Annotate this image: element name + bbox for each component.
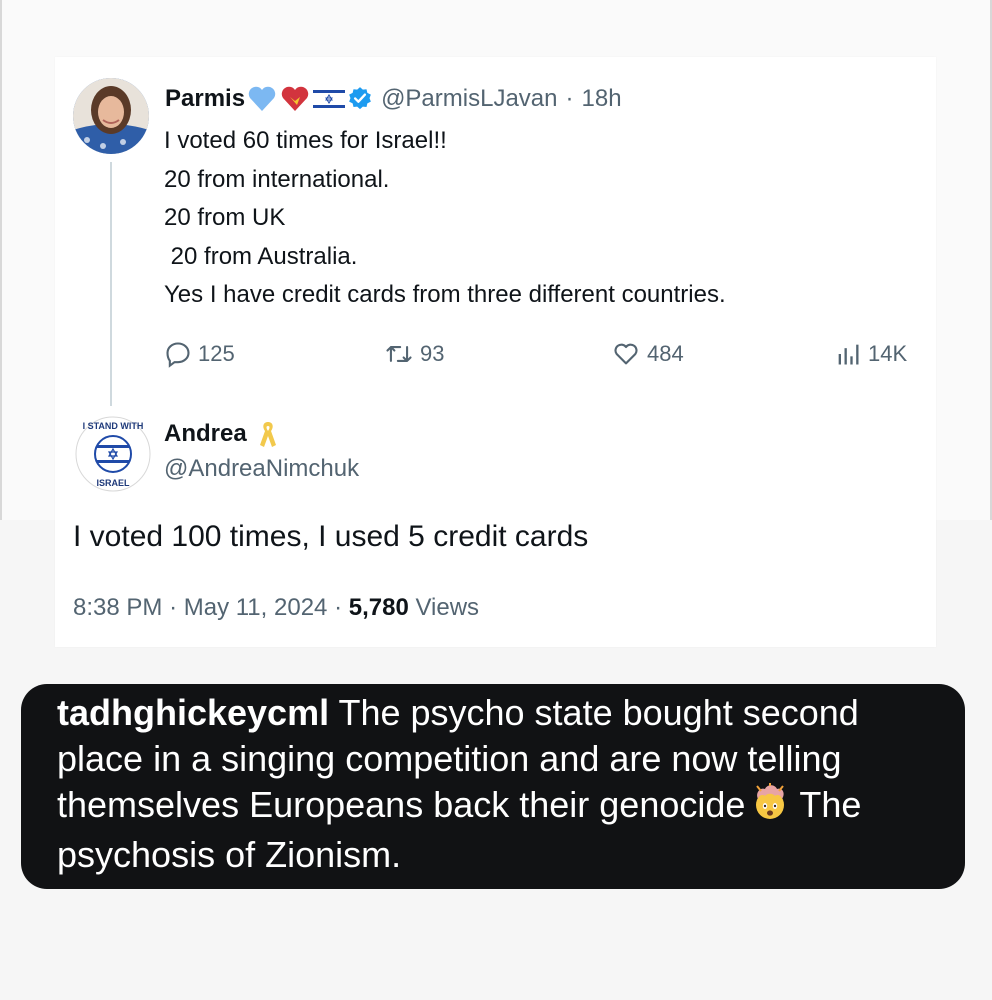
tweet-line: 20 from UK [164,204,286,231]
handle[interactable]: @AndreaNimchuk [164,455,359,483]
reply-header: Andrea [164,418,279,450]
caption-text: tadhghickeycml The psycho state bought s… [57,690,931,878]
views-count: 14K [868,341,908,366]
caption-username[interactable]: tadhghickeycml [57,692,329,733]
avatar-badge-top-text: I STAND WITH [83,421,144,431]
tweet-header: Parmis @ParmisLJavan · 18h [165,82,622,116]
reply-body: I voted 100 times, I used 5 credit cards [73,520,589,553]
views-count: 5,780 [348,594,409,621]
separator-dot: · [565,85,574,112]
analytics-icon [838,344,859,365]
reply-icon [166,342,190,368]
separator-dot: · [169,594,178,621]
views-button[interactable]: 14K [834,340,907,368]
handle[interactable]: @ParmisLJavan [381,85,557,113]
tweet-body: I voted 60 times for Israel!! 20 from in… [164,122,726,315]
tweet-actions: 125 93 484 14K [0,336,992,372]
date[interactable]: May 11, 2024 [184,594,328,621]
avatar-parmis[interactable] [73,78,149,154]
timestamp[interactable]: 18h [582,85,622,113]
repost-icon [386,346,412,362]
tweet-meta: 8:38 PM · May 11, 2024 · 5,780 Views [73,594,479,622]
views-label: Views [415,594,480,621]
yellow-ribbon-icon [257,419,279,449]
separator-dot: · [334,594,343,621]
reply-button[interactable]: 125 [164,340,235,368]
blue-heart-icon [247,85,277,113]
timestamp[interactable]: 8:38 PM [73,594,162,621]
tweet-line: 20 from international. [164,165,390,193]
like-button[interactable]: 484 [611,340,684,368]
exploding-head-icon [751,782,789,832]
like-count: 484 [647,341,684,366]
repost-count: 93 [420,341,445,366]
heart-with-ribbon-icon [279,85,311,113]
avatar-andrea[interactable]: I STAND WITH ISRAEL [75,416,151,492]
israel-flag-icon [313,87,346,111]
display-name[interactable]: Parmis [165,85,245,113]
display-name[interactable]: Andrea [164,420,247,448]
tweet-line: I voted 60 times for Israel!! [164,127,447,154]
tweet-line: Yes I have credit cards from three diffe… [164,281,726,308]
repost-button[interactable]: 93 [384,340,444,368]
caption-box: tadhghickeycml The psycho state bought s… [21,684,965,889]
verified-badge-icon [347,86,373,112]
heart-outline-icon [614,343,638,365]
reply-count: 125 [198,341,235,366]
tweet-line: 20 from Australia. [164,242,358,270]
avatar-badge-bottom-text: ISRAEL [96,478,130,488]
